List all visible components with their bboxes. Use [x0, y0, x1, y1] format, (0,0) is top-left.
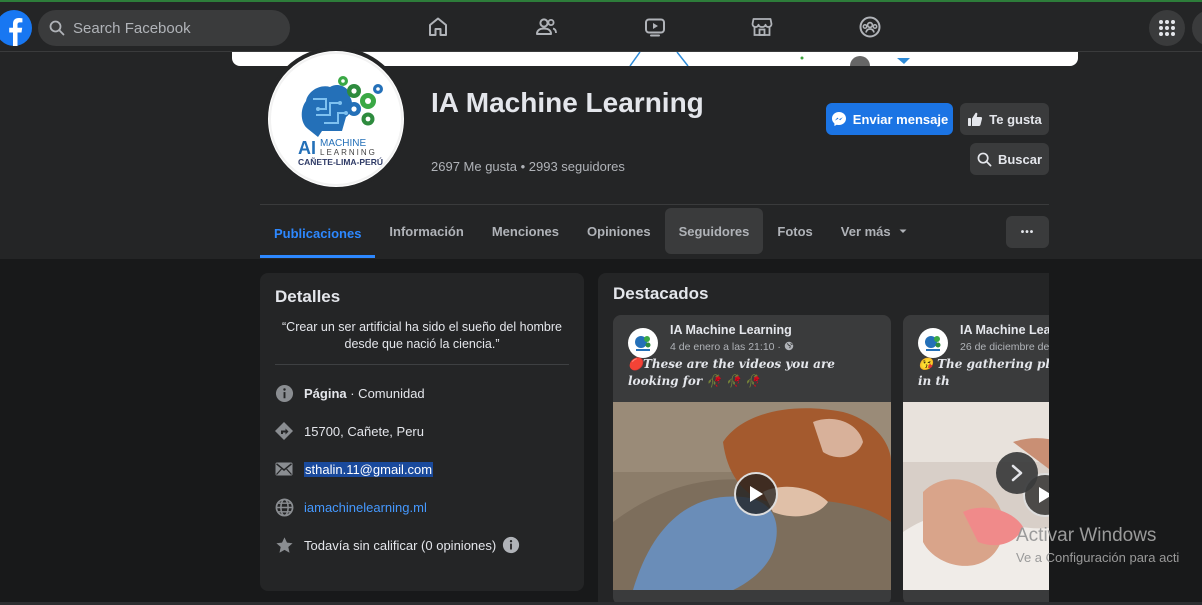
logo-ai-text: AI	[298, 138, 316, 158]
website-row: iamachinelearning.ml	[274, 497, 427, 517]
send-message-label: Enviar mensaje	[852, 111, 949, 127]
like-page-label: Te gusta	[989, 111, 1042, 127]
home-icon[interactable]	[425, 14, 451, 40]
watermark-line1: Activar Windows	[1016, 525, 1157, 546]
post-author-name[interactable]: IA Machine Learning	[960, 323, 1049, 337]
messenger-icon[interactable]	[1192, 10, 1202, 46]
more-options-button[interactable]: •••	[1006, 216, 1049, 248]
post-text: 😘 The gathering pla beautiful girls in t…	[918, 357, 1049, 388]
directions-icon	[274, 421, 294, 441]
logo-learning-text: LEARNING	[320, 148, 377, 157]
logo-location-text: CAÑETE-LIMA-PERÚ	[298, 156, 383, 167]
tab-publicaciones[interactable]: Publicaciones	[260, 208, 376, 258]
featured-section: Destacados IA Machine Learning 4 de ener…	[598, 273, 1049, 605]
header-divider	[260, 204, 1049, 205]
messenger-icon	[831, 112, 846, 126]
post-author-avatar[interactable]	[918, 328, 948, 358]
search-input[interactable]	[71, 18, 275, 38]
top-navigation-bar	[0, 0, 1202, 52]
chevron-right-icon	[1011, 464, 1023, 482]
email-link[interactable]: sthalin.11@gmail.com	[304, 461, 434, 477]
tab-fotos[interactable]: Fotos	[763, 208, 826, 254]
thumbs-up-icon	[968, 112, 983, 126]
location-row: 15700, Cañete, Peru	[274, 421, 424, 441]
details-title: Detalles	[275, 287, 341, 306]
watermark-line2: Ve a Configuración para acti	[1016, 550, 1180, 565]
email-row: sthalin.11@gmail.com	[274, 459, 434, 479]
post-date[interactable]: 26 de diciembre de	[960, 341, 1049, 353]
caret-down-icon	[899, 229, 907, 233]
send-message-button[interactable]: Enviar mensaje	[826, 103, 953, 135]
search-box[interactable]	[38, 10, 290, 46]
email-icon	[274, 459, 294, 479]
post-video-thumbnail[interactable]	[613, 402, 891, 590]
rating-info-icon[interactable]	[502, 536, 520, 554]
post-date-text: 4 de enero a las 21:10 ·	[670, 341, 784, 353]
friends-icon[interactable]	[533, 14, 559, 40]
page-title: IA Machine Learning	[431, 87, 704, 118]
category-type: Página	[304, 385, 347, 401]
details-separator	[275, 364, 569, 365]
rating-text: Todavía sin calificar (0 opiniones)	[304, 537, 497, 553]
apps-grid-icon[interactable]	[1149, 10, 1185, 46]
tab-informacion[interactable]: Información	[375, 208, 477, 254]
windows-activation-watermark: Activar Windows Ve a Configuración para …	[1016, 525, 1179, 565]
search-icon	[977, 152, 992, 166]
search-page-label: Buscar	[997, 151, 1043, 167]
tab-seguidores[interactable]: Seguidores	[664, 208, 764, 254]
post-text: 🔴These are the videos you are looking fo…	[628, 357, 835, 388]
carousel-next-button[interactable]	[996, 452, 1038, 494]
more-options-icon: •••	[1020, 226, 1035, 238]
like-page-button[interactable]: Te gusta	[960, 103, 1049, 135]
watch-icon[interactable]	[642, 14, 668, 40]
info-icon	[274, 383, 294, 403]
profile-picture[interactable]: AI MACHINE LEARNING CAÑETE-LIMA-PERÚ	[264, 47, 408, 191]
page-tabs: Publicaciones Información Menciones Opin…	[260, 208, 923, 258]
search-icon	[49, 20, 65, 36]
groups-icon[interactable]	[857, 14, 883, 40]
details-card: Detalles “Crear un ser artificial ha sid…	[260, 273, 584, 591]
website-link[interactable]: iamachinelearning.ml	[304, 500, 427, 515]
search-page-button[interactable]: Buscar	[970, 143, 1049, 175]
category-name[interactable]: · Comunidad	[347, 386, 424, 401]
page-stats[interactable]: 2697 Me gusta • 2993 seguidores	[431, 159, 625, 174]
page-logo-icon: AI MACHINE LEARNING CAÑETE-LIMA-PERÚ	[269, 52, 403, 186]
globe-icon	[784, 341, 794, 351]
tab-ver-mas[interactable]: Ver más	[827, 208, 923, 254]
play-icon[interactable]	[734, 472, 778, 516]
tab-ver-mas-label: Ver más	[840, 223, 891, 239]
featured-title: Destacados	[613, 284, 709, 303]
featured-post[interactable]: IA Machine Learning 4 de enero a las 21:…	[613, 315, 891, 605]
tab-opiniones[interactable]: Opiniones	[573, 208, 665, 254]
post-author-avatar[interactable]	[628, 328, 658, 358]
star-icon	[274, 535, 294, 555]
page-description: “Crear un ser artificial ha sido el sueñ…	[282, 320, 562, 351]
marketplace-icon[interactable]	[749, 14, 775, 40]
globe-icon	[274, 497, 294, 517]
post-date[interactable]: 4 de enero a las 21:10 ·	[670, 341, 794, 353]
post-author-name[interactable]: IA Machine Learning	[670, 323, 792, 337]
category-row: Página · Comunidad	[274, 383, 425, 403]
location-text[interactable]: 15700, Cañete, Peru	[304, 424, 424, 439]
rating-row: Todavía sin calificar (0 opiniones)	[274, 535, 520, 555]
facebook-logo-icon[interactable]	[0, 10, 32, 46]
tab-menciones[interactable]: Menciones	[478, 208, 573, 254]
